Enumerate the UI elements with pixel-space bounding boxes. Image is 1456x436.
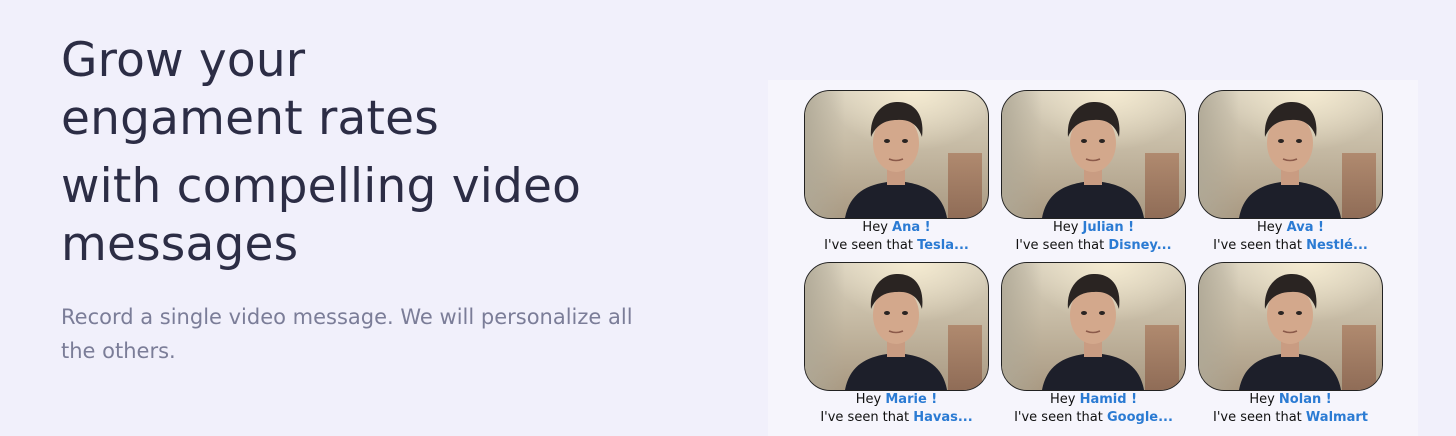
video-caption: Hey Hamid ! I've seen that Google... xyxy=(1001,391,1186,427)
video-caption: Hey Julian ! I've seen that Disney... xyxy=(1001,219,1186,255)
video-caption: Hey Ava ! I've seen that Nestlé... xyxy=(1198,219,1383,255)
headline-secondary: with compelling video messages xyxy=(61,158,701,274)
video-thumbnail[interactable] xyxy=(1198,262,1383,391)
presenter-figure xyxy=(1239,101,1341,218)
video-caption: Hey Ana ! I've seen that Tesla... xyxy=(804,219,989,255)
video-grid: Hey Ana ! I've seen that Tesla... Hey Ju… xyxy=(804,90,1383,434)
greeting-word: Hey xyxy=(1257,220,1283,235)
greeting-line: Hey Hamid ! xyxy=(1001,391,1186,409)
company-line: I've seen that Tesla... xyxy=(804,237,989,255)
hero-section: Grow your engament rates with compelling… xyxy=(0,0,1456,436)
greeting-line: Hey Julian ! xyxy=(1001,219,1186,237)
seen-text: I've seen that xyxy=(1213,238,1302,253)
headline-line: messages xyxy=(61,217,299,272)
headline-primary: Grow your engament rates xyxy=(61,32,701,148)
greeting-line: Hey Ana ! xyxy=(804,219,989,237)
video-caption: Hey Marie ! I've seen that Havas... xyxy=(804,391,989,427)
greeting-word: Hey xyxy=(1052,220,1079,235)
greeting-line: Hey Ava ! xyxy=(1198,219,1383,237)
video-card[interactable]: Hey Ana ! I've seen that Tesla... xyxy=(804,90,989,262)
headline-line: engament rates xyxy=(61,91,439,146)
company-line: I've seen that Google... xyxy=(1001,409,1186,427)
greeting-line: Hey Nolan ! xyxy=(1198,391,1383,409)
video-card[interactable]: Hey Marie ! I've seen that Havas... xyxy=(804,262,989,434)
video-grid-panel: Hey Ana ! I've seen that Tesla... Hey Ju… xyxy=(768,80,1418,436)
greeting-word: Hey xyxy=(855,392,882,407)
seen-text: I've seen that xyxy=(824,238,913,253)
company-name: Google... xyxy=(1106,410,1173,425)
presenter-figure xyxy=(845,273,947,390)
greeting-word: Hey xyxy=(1049,392,1076,407)
greeting-word: Hey xyxy=(862,220,888,235)
video-thumbnail[interactable] xyxy=(1198,90,1383,219)
hero-text: Grow your engament rates with compelling… xyxy=(61,32,701,389)
recipient-name: Ava ! xyxy=(1286,220,1324,235)
recipient-name: Nolan ! xyxy=(1278,392,1332,407)
greeting-word: Hey xyxy=(1249,392,1275,407)
company-line: I've seen that Havas... xyxy=(804,409,989,427)
seen-text: I've seen that xyxy=(820,410,910,425)
video-card[interactable]: Hey Nolan ! I've seen that Walmart xyxy=(1198,262,1383,434)
presenter-figure xyxy=(1042,273,1144,390)
presenter-figure xyxy=(1042,101,1144,218)
company-name: Walmart xyxy=(1305,410,1368,425)
seen-text: I've seen that xyxy=(1014,410,1103,425)
seen-text: I've seen that xyxy=(1213,410,1302,425)
seen-text: I've seen that xyxy=(1015,238,1105,253)
video-caption: Hey Nolan ! I've seen that Walmart xyxy=(1198,391,1383,427)
recipient-name: Ana ! xyxy=(892,220,931,235)
company-line: I've seen that Disney... xyxy=(1001,237,1186,255)
video-thumbnail[interactable] xyxy=(804,262,989,391)
company-line: I've seen that Nestlé... xyxy=(1198,237,1383,255)
recipient-name: Hamid ! xyxy=(1079,392,1138,407)
video-card[interactable]: Hey Julian ! I've seen that Disney... xyxy=(1001,90,1186,262)
presenter-figure xyxy=(1239,273,1341,390)
video-thumbnail[interactable] xyxy=(1001,262,1186,391)
recipient-name: Marie ! xyxy=(885,392,938,407)
company-name: Havas... xyxy=(913,410,973,425)
company-name: Nestlé... xyxy=(1306,238,1368,253)
recipient-name: Julian ! xyxy=(1082,220,1135,235)
video-card[interactable]: Hey Ava ! I've seen that Nestlé... xyxy=(1198,90,1383,262)
video-thumbnail[interactable] xyxy=(1001,90,1186,219)
company-name: Disney... xyxy=(1108,238,1172,253)
headline-line: with compelling video xyxy=(61,159,582,214)
video-card[interactable]: Hey Hamid ! I've seen that Google... xyxy=(1001,262,1186,434)
greeting-line: Hey Marie ! xyxy=(804,391,989,409)
video-thumbnail[interactable] xyxy=(804,90,989,219)
headline-line: Grow your xyxy=(61,33,306,88)
company-line: I've seen that Walmart xyxy=(1198,409,1383,427)
hero-subtitle: Record a single video message. We will p… xyxy=(61,305,633,363)
presenter-figure xyxy=(845,101,947,218)
company-name: Tesla... xyxy=(917,238,969,253)
